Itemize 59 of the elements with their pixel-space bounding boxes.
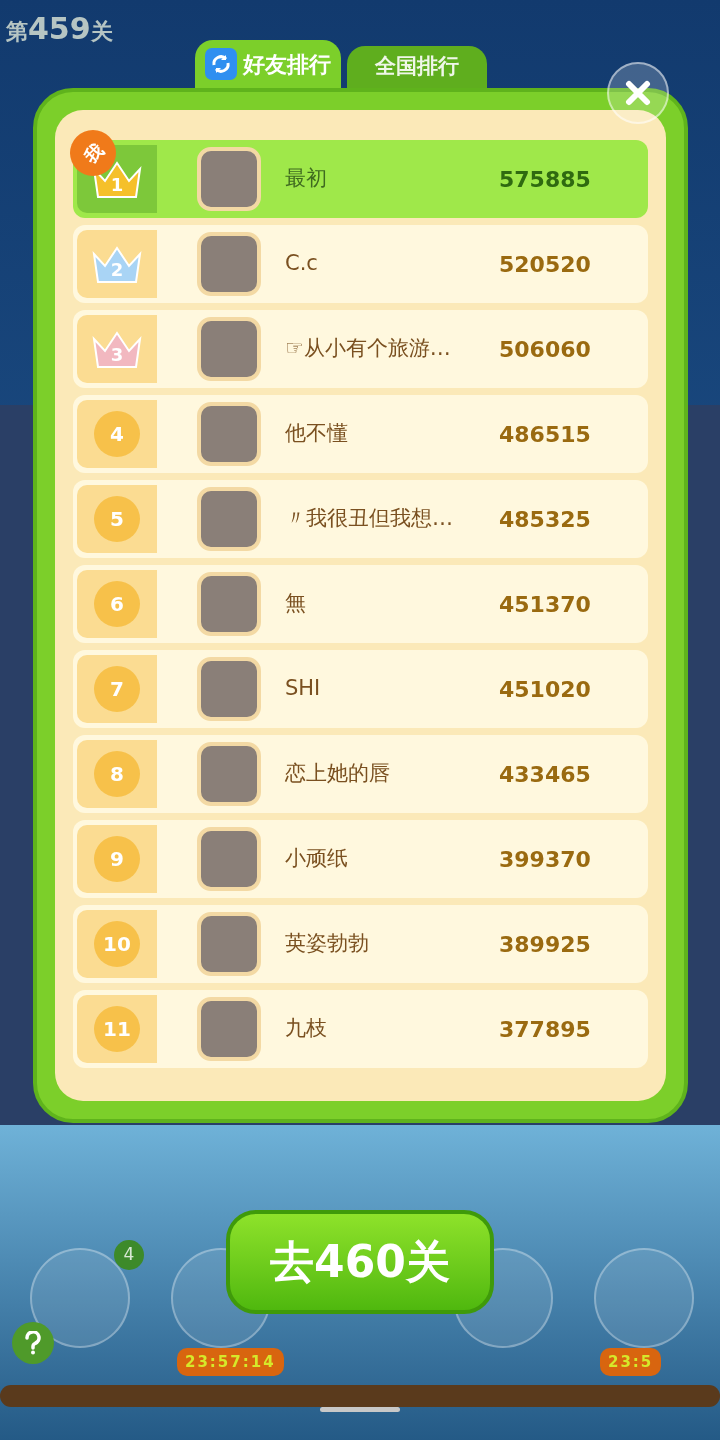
rank-number: 4	[94, 411, 140, 457]
score: 575885	[499, 165, 591, 194]
rank-number: 10	[94, 921, 140, 967]
ranking-row[interactable]: 5 〃我很丑但我想… 485325	[73, 480, 648, 558]
player-name: 恋上她的唇	[285, 760, 391, 788]
avatar	[197, 487, 261, 551]
level-label: 第459关	[6, 10, 113, 48]
avatar	[197, 317, 261, 381]
score: 485325	[499, 505, 591, 534]
avatar	[197, 572, 261, 636]
rank-number: 3	[110, 342, 124, 367]
player-name: 〃我很丑但我想…	[285, 505, 454, 533]
rank-number: 2	[110, 257, 124, 282]
score: 389925	[499, 930, 591, 959]
score: 399370	[499, 845, 591, 874]
avatar	[197, 657, 261, 721]
avatar	[197, 912, 261, 976]
score: 486515	[499, 420, 591, 449]
rank-number: 5	[94, 496, 140, 542]
ranking-row[interactable]: 4 他不懂 486515	[73, 395, 648, 473]
player-name: 英姿勃勃	[285, 930, 370, 958]
ranking-row[interactable]: 8 恋上她的唇 433465	[73, 735, 648, 813]
timer-label: 23:5	[600, 1348, 662, 1376]
score: 520520	[499, 250, 591, 279]
score: 451370	[499, 590, 591, 619]
avatar	[197, 827, 261, 891]
player-name: 小顽纸	[285, 845, 349, 873]
avatar	[197, 232, 261, 296]
player-name: C.c	[285, 250, 319, 278]
avatar	[197, 997, 261, 1061]
rank-number: 7	[94, 666, 140, 712]
timer-label: 23:57:14	[177, 1348, 284, 1376]
score: 451020	[499, 675, 591, 704]
ranking-row[interactable]: 9 小顽纸 399370	[73, 820, 648, 898]
player-name: 無	[285, 590, 307, 618]
player-name: 他不懂	[285, 420, 349, 448]
close-icon	[625, 80, 651, 106]
ranking-row[interactable]: 3 ☞从小有个旅游… 506060	[73, 310, 648, 388]
rank-number: 8	[94, 751, 140, 797]
rank-number: 11	[94, 1006, 140, 1052]
avatar	[197, 402, 261, 466]
question-icon	[24, 1331, 42, 1355]
ranking-row[interactable]: 11 九枝 377895	[73, 990, 648, 1068]
ranking-row[interactable]: 6 無 451370	[73, 565, 648, 643]
ranking-row[interactable]: 2 C.c 520520	[73, 225, 648, 303]
player-name: ☞从小有个旅游…	[285, 335, 452, 363]
ranking-row[interactable]: 7 SHI 451020	[73, 650, 648, 728]
player-name: 最初	[285, 165, 328, 193]
avatar	[197, 742, 261, 806]
ranking-row[interactable]: 10 英姿勃勃 389925	[73, 905, 648, 983]
player-name: SHI	[285, 675, 322, 703]
player-name: 九枝	[285, 1015, 328, 1043]
score: 377895	[499, 1015, 591, 1044]
score: 433465	[499, 760, 591, 789]
rank-number: 6	[94, 581, 140, 627]
refresh-icon	[205, 48, 237, 80]
avatar	[197, 147, 261, 211]
rank-number: 9	[94, 836, 140, 882]
score: 506060	[499, 335, 591, 364]
